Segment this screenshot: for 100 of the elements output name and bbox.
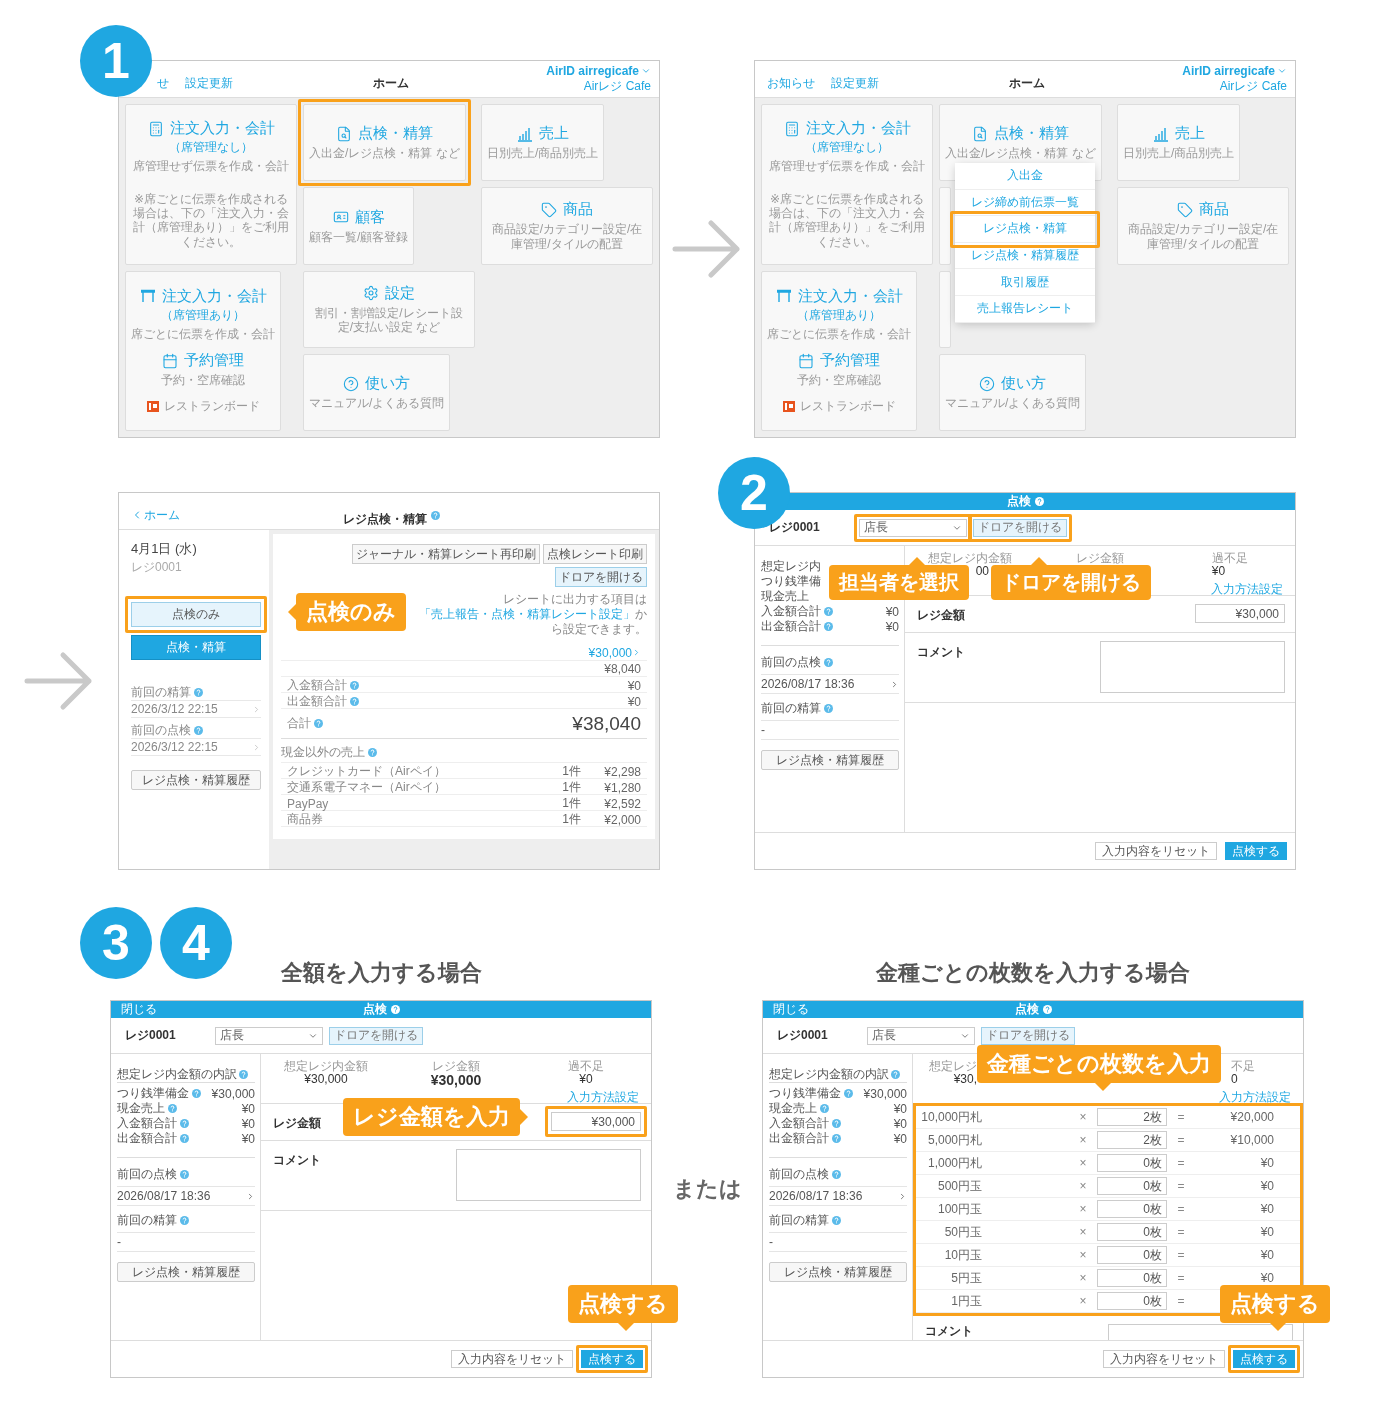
header-link[interactable]: 設定更新 — [831, 74, 879, 92]
menu-tile[interactable]: 商品 商品設定/カテゴリー設定/在庫管理/タイルの配置 — [1117, 187, 1289, 265]
help-icon[interactable] — [390, 1005, 400, 1014]
help-icon[interactable] — [180, 1170, 189, 1179]
count-field[interactable]: 0枚 — [1097, 1223, 1167, 1241]
drawer-button[interactable]: ドロアを開ける — [973, 518, 1067, 537]
help-icon[interactable] — [368, 748, 377, 757]
submit-button[interactable]: 点検する — [581, 1350, 643, 1368]
help-icon[interactable] — [180, 1119, 189, 1128]
submit-button[interactable]: 点検する — [1225, 842, 1287, 860]
staff-select[interactable]: 店長 — [215, 1026, 323, 1045]
count-field[interactable]: 0枚 — [1097, 1154, 1167, 1172]
help-icon[interactable] — [1034, 497, 1044, 506]
amount-field[interactable]: ¥30,000 — [551, 1112, 641, 1131]
menu-tile[interactable]: 売上 日別売上/商品別売上 — [1117, 104, 1241, 182]
count-field[interactable]: 2枚 — [1097, 1131, 1167, 1149]
action-button[interactable]: 点検・精算 — [131, 635, 261, 660]
staff-select[interactable]: 店長 — [859, 518, 967, 537]
reset-button[interactable]: 入力内容をリセット — [451, 1350, 573, 1368]
help-icon[interactable] — [832, 1134, 841, 1143]
menu-tile[interactable]: 売上 日別売上/商品別売上 — [481, 104, 605, 182]
help-icon[interactable] — [430, 510, 440, 520]
count-field[interactable]: 0枚 — [1097, 1246, 1167, 1264]
history-row[interactable]: 2026/08/17 18:36 — [769, 1186, 907, 1206]
input-settings-link[interactable]: 入力方法設定 — [1219, 1089, 1291, 1103]
menu-item[interactable]: 入出金 — [955, 163, 1095, 190]
help-icon[interactable] — [1042, 1005, 1052, 1014]
help-icon[interactable] — [194, 725, 203, 735]
history-row[interactable]: 2026/3/12 22:15 — [131, 700, 261, 718]
header-link[interactable]: せ — [157, 74, 169, 92]
menu-item[interactable]: レジ点検・精算 — [955, 216, 1095, 243]
restaurant-board-link[interactable]: レストランボード — [146, 397, 260, 415]
count-field[interactable]: 0枚 — [1097, 1269, 1167, 1287]
menu-tile[interactable]: 注文入力・会計 （席管理あり） 席ごとに伝票を作成・会計 予約管理 予約・空席確認 レストランボード — [125, 270, 281, 431]
help-icon[interactable] — [180, 1216, 189, 1225]
toolbar-button[interactable]: ジャーナル・精算レシート再印刷 — [352, 544, 540, 564]
help-icon[interactable] — [350, 681, 359, 690]
help-icon[interactable] — [239, 1069, 248, 1079]
count-field[interactable]: 2枚 — [1097, 1108, 1167, 1126]
help-icon[interactable] — [844, 1089, 853, 1098]
history-button[interactable]: レジ点検・精算履歴 — [761, 750, 899, 770]
menu-tile[interactable]: 点検・精算 入出金/レジ点検・精算 など — [303, 104, 466, 182]
help-icon[interactable] — [168, 1104, 177, 1113]
help-icon[interactable] — [820, 1104, 829, 1113]
help-icon[interactable] — [824, 607, 833, 616]
menu-tile[interactable]: 注文入力・会計 （席管理なし） 席管理せず伝票を作成・会計 ※席ごとに伝票を作成される場合は、下の「注文入力・会計（席管理あり）」をご利用ください。 — [761, 104, 933, 265]
header-link[interactable]: 設定更新 — [185, 74, 233, 92]
history-row[interactable]: 2026/08/17 18:36 — [117, 1186, 255, 1206]
input-settings-link[interactable]: 入力方法設定 — [1211, 581, 1283, 595]
history-button[interactable]: レジ点検・精算履歴 — [769, 1262, 907, 1282]
comment-field[interactable] — [1100, 641, 1285, 693]
help-icon[interactable] — [192, 1089, 201, 1098]
count-field[interactable]: 0枚 — [1097, 1292, 1167, 1310]
menu-tile[interactable]: 使い方 マニュアル/よくある質問 — [303, 353, 451, 431]
help-icon[interactable] — [824, 658, 833, 667]
menu-item[interactable]: 取引履歴 — [955, 269, 1095, 296]
staff-select[interactable]: 店長 — [867, 1026, 975, 1045]
help-icon[interactable] — [832, 1170, 841, 1179]
back-link[interactable]: ホーム — [131, 498, 343, 524]
amount-link[interactable]: ¥30,000 — [588, 645, 641, 660]
help-icon[interactable] — [824, 622, 833, 631]
account-menu[interactable]: AirID airregicafe — [1182, 63, 1287, 78]
input-settings-link[interactable]: 入力方法設定 — [567, 1089, 639, 1103]
toolbar-button[interactable]: 点検レシート印刷 — [543, 544, 647, 564]
toolbar-button[interactable]: ドロアを開ける — [555, 567, 647, 587]
help-icon[interactable] — [180, 1134, 189, 1143]
restaurant-board-link[interactable]: レストランボード — [782, 397, 896, 415]
history-row[interactable]: 2026/08/17 18:36 — [761, 674, 899, 694]
menu-tile[interactable]: 注文入力・会計 （席管理あり） 席ごとに伝票を作成・会計 予約管理 予約・空席確認 レストランボード — [761, 270, 917, 431]
close-link[interactable]: 閉じる — [121, 1002, 157, 1016]
account-menu[interactable]: AirID airregicafe — [546, 63, 651, 78]
action-button[interactable]: 点検のみ — [131, 602, 261, 627]
help-icon[interactable] — [832, 1216, 841, 1225]
history-button[interactable]: レジ点検・精算履歴 — [117, 1262, 255, 1282]
help-icon[interactable] — [824, 704, 833, 713]
menu-item[interactable]: 売上報告レシート — [955, 295, 1095, 323]
count-field[interactable]: 0枚 — [1097, 1177, 1167, 1195]
header-link[interactable]: お知らせ — [767, 74, 815, 92]
reset-button[interactable]: 入力内容をリセット — [1095, 842, 1217, 860]
comment-field[interactable] — [456, 1149, 641, 1201]
submit-button[interactable]: 点検する — [1233, 1350, 1295, 1368]
help-icon[interactable] — [891, 1069, 900, 1079]
help-icon[interactable] — [314, 719, 323, 728]
count-field[interactable]: 0枚 — [1097, 1200, 1167, 1218]
settings-link[interactable]: 「売上報告・点検・精算レシート設定」 — [419, 607, 635, 621]
menu-tile[interactable]: 顧客 顧客一覧/顧客登録 — [303, 187, 415, 265]
comment-field[interactable] — [1108, 1324, 1293, 1340]
amount-field[interactable]: ¥30,000 — [1195, 604, 1285, 623]
menu-tile[interactable]: 注文入力・会計 （席管理なし） 席管理せず伝票を作成・会計 ※席ごとに伝票を作成される場合は、下の「注文入力・会計（席管理あり）」をご利用ください。 — [125, 104, 297, 265]
close-link[interactable]: 閉じる — [773, 1002, 809, 1016]
reset-button[interactable]: 入力内容をリセット — [1103, 1350, 1225, 1368]
menu-tile[interactable]: 使い方 マニュアル/よくある質問 — [939, 353, 1087, 431]
menu-tile[interactable]: 商品 商品設定/カテゴリー設定/在庫管理/タイルの配置 — [481, 187, 653, 265]
drawer-button[interactable]: ドロアを開ける — [981, 1026, 1075, 1045]
menu-tile[interactable]: 設定 割引・割増設定/レシート設定/支払い設定 など — [303, 270, 475, 348]
help-icon[interactable] — [194, 687, 203, 697]
help-icon[interactable] — [832, 1119, 841, 1128]
history-row[interactable]: 2026/3/12 22:15 — [131, 738, 261, 756]
help-icon[interactable] — [350, 697, 359, 706]
drawer-button[interactable]: ドロアを開ける — [329, 1026, 423, 1045]
